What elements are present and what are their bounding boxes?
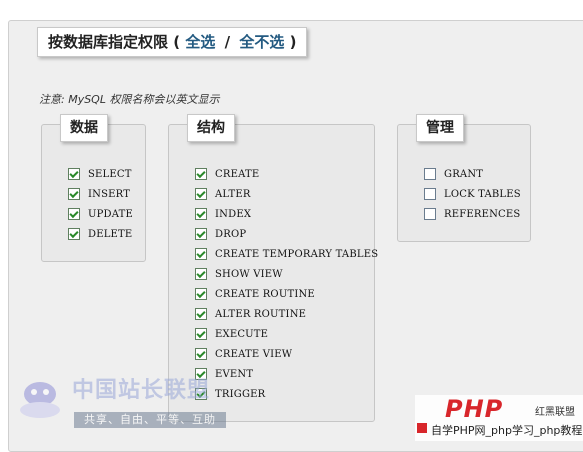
checkbox-references[interactable] [424, 208, 436, 220]
checkbox-create-routine[interactable] [195, 288, 207, 300]
privilege-insert[interactable]: INSERT [68, 184, 133, 204]
privilege-label[interactable]: SHOW VIEW [215, 269, 283, 280]
privilege-show-view[interactable]: SHOW VIEW [195, 264, 378, 284]
privilege-label[interactable]: UPDATE [88, 209, 133, 220]
checkbox-delete[interactable] [68, 228, 80, 240]
mysql-names-note: 注意: MySQL 权限名称会以英文显示 [39, 93, 220, 106]
privilege-label[interactable]: CREATE TEMPORARY TABLES [215, 249, 378, 260]
checkbox-grant[interactable] [424, 168, 436, 180]
privilege-label[interactable]: GRANT [444, 169, 483, 180]
privilege-label[interactable]: LOCK TABLES [444, 189, 521, 200]
watermark-slogan: 共享、自由、平等、互助 [74, 412, 226, 428]
privilege-create[interactable]: CREATE [195, 164, 378, 184]
privilege-label[interactable]: INSERT [88, 189, 130, 200]
privilege-label[interactable]: CREATE [215, 169, 259, 180]
checkbox-create[interactable] [195, 168, 207, 180]
checkbox-select[interactable] [68, 168, 80, 180]
watermark-logo: PHP [445, 395, 504, 423]
select-none-link[interactable]: 全不选 [239, 33, 284, 51]
privilege-select[interactable]: SELECT [68, 164, 133, 184]
privilege-drop[interactable]: DROP [195, 224, 378, 244]
legend-open-paren: ( [173, 33, 181, 51]
privilege-create-routine[interactable]: CREATE ROUTINE [195, 284, 378, 304]
checkbox-alter-routine[interactable] [195, 308, 207, 320]
site-watermark-left: 中国站长联盟 共享、自由、平等、互助 [12, 372, 252, 432]
privilege-index[interactable]: INDEX [195, 204, 378, 224]
privilege-label[interactable]: SELECT [88, 169, 132, 180]
group-title-data: 数据 [60, 114, 108, 142]
group-title-structure: 结构 [187, 114, 235, 142]
privilege-execute[interactable]: EXECUTE [195, 324, 378, 344]
privilege-label[interactable]: INDEX [215, 209, 251, 220]
privilege-label[interactable]: REFERENCES [444, 209, 520, 220]
checkbox-create-temporary-tables[interactable] [195, 248, 207, 260]
checkbox-create-view[interactable] [195, 348, 207, 360]
checkbox-update[interactable] [68, 208, 80, 220]
privilege-alter[interactable]: ALTER [195, 184, 378, 204]
checkbox-index[interactable] [195, 208, 207, 220]
privilege-label[interactable]: DROP [215, 229, 246, 240]
privilege-grant[interactable]: GRANT [424, 164, 521, 184]
group-title-administration: 管理 [416, 114, 464, 142]
watermark-caption: 自学PHP网_php学习_php教程 [431, 424, 583, 437]
privilege-delete[interactable]: DELETE [68, 224, 133, 244]
checkbox-alter[interactable] [195, 188, 207, 200]
checkbox-insert[interactable] [68, 188, 80, 200]
watermark-brand: 红黑联盟 [535, 407, 575, 418]
checkbox-show-view[interactable] [195, 268, 207, 280]
checkbox-lock-tables[interactable] [424, 188, 436, 200]
privilege-create-temporary-tables[interactable]: CREATE TEMPORARY TABLES [195, 244, 378, 264]
fieldset-legend: 按数据库指定权限 ( 全选 / 全不选 ) [37, 27, 308, 57]
privilege-references[interactable]: REFERENCES [424, 204, 521, 224]
administration-privileges-group: 管理 GRANT LOCK TABLES REFERENCES [397, 114, 531, 242]
watermark-mark-icon [417, 423, 427, 433]
data-privileges-group: 数据 SELECT INSERT UPDATE DELETE [41, 114, 146, 262]
select-all-link[interactable]: 全选 [185, 33, 215, 51]
legend-title: 按数据库指定权限 [48, 33, 169, 51]
privilege-alter-routine[interactable]: ALTER ROUTINE [195, 304, 378, 324]
site-watermark-right: PHP 红黑联盟 自学PHP网_php学习_php教程 [415, 395, 583, 441]
legend-separator: / [224, 33, 231, 51]
privilege-create-view[interactable]: CREATE VIEW [195, 344, 378, 364]
privilege-label[interactable]: EXECUTE [215, 329, 268, 340]
checkbox-execute[interactable] [195, 328, 207, 340]
privilege-label[interactable]: ALTER [215, 189, 251, 200]
legend-close-paren: ) [289, 33, 297, 51]
privilege-label[interactable]: CREATE VIEW [215, 349, 292, 360]
privilege-label[interactable]: CREATE ROUTINE [215, 289, 315, 300]
watermark-site-name: 中国站长联盟 [72, 378, 211, 403]
mascot-logo-icon [20, 382, 60, 418]
privilege-label[interactable]: ALTER ROUTINE [215, 309, 306, 320]
privilege-lock-tables[interactable]: LOCK TABLES [424, 184, 521, 204]
checkbox-drop[interactable] [195, 228, 207, 240]
privilege-label[interactable]: DELETE [88, 229, 132, 240]
privilege-update[interactable]: UPDATE [68, 204, 133, 224]
